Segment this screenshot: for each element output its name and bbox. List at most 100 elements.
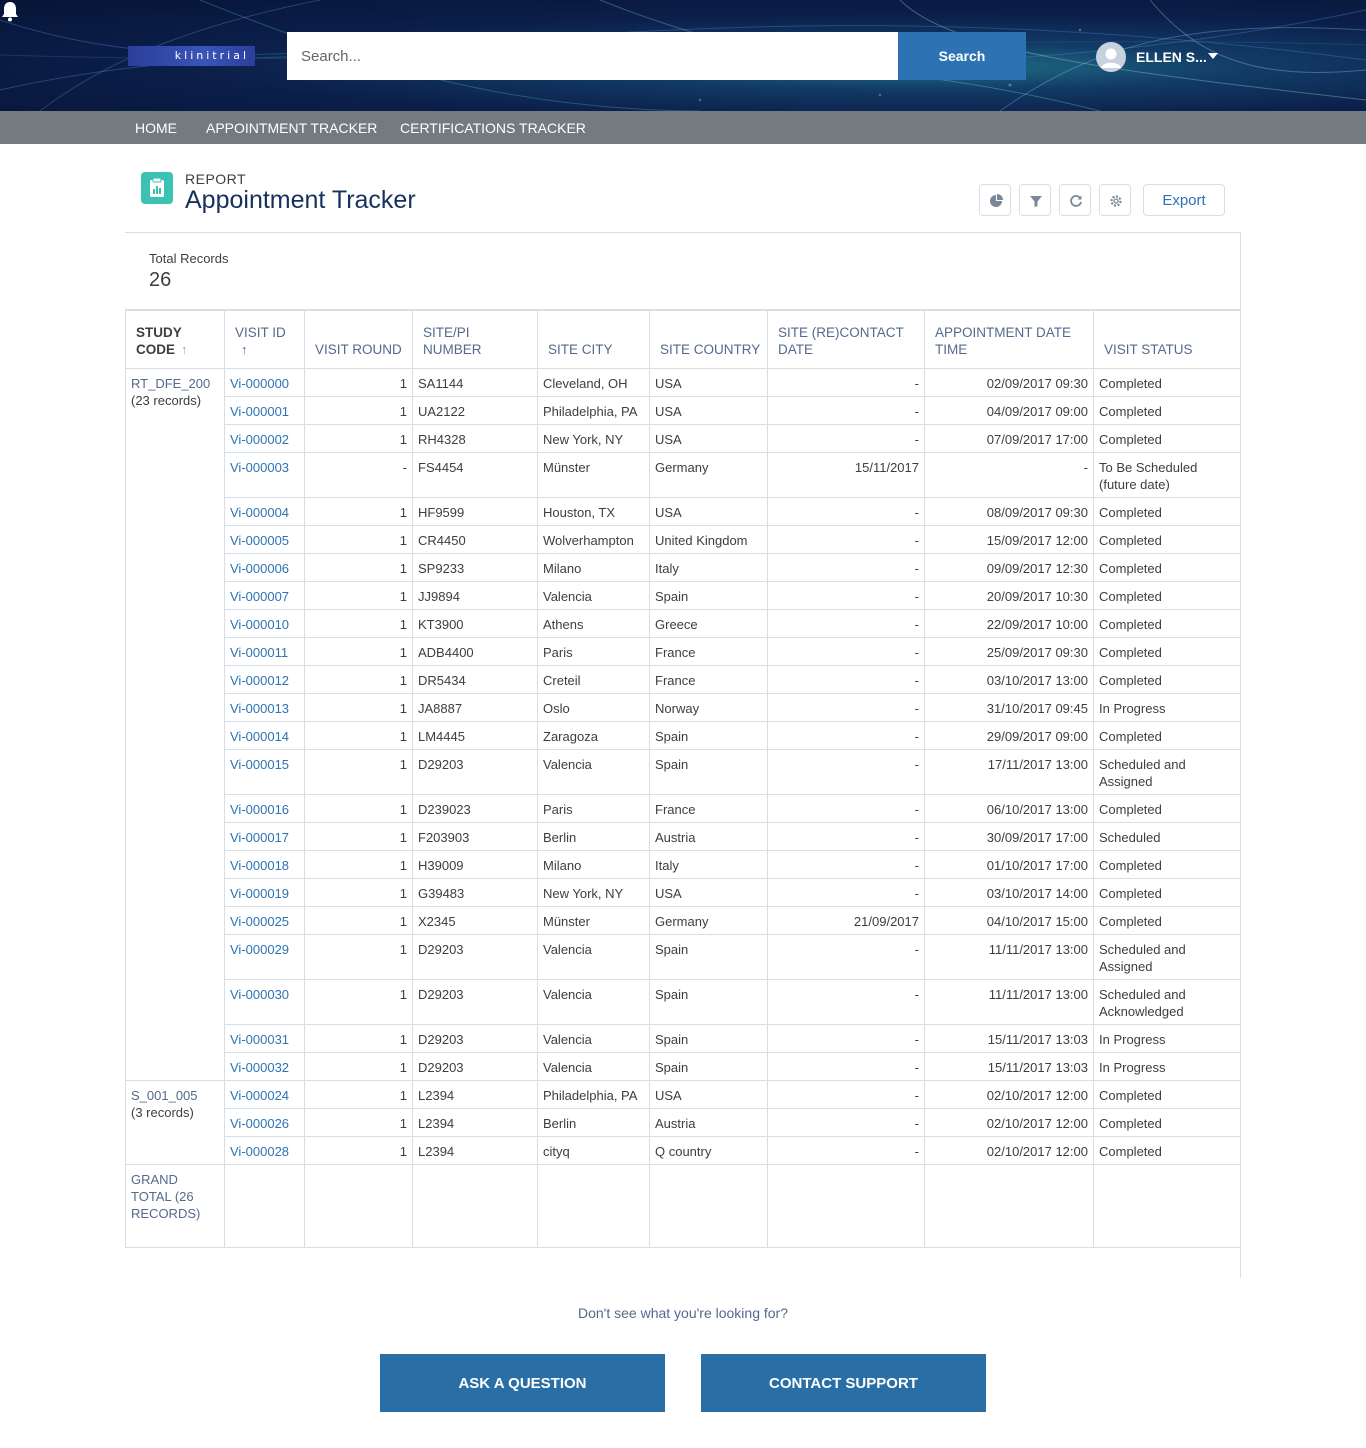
site-contact-date: - (914, 757, 919, 772)
column-header[interactable]: APPOINTMENT DATE TIME (924, 310, 1094, 369)
site-contact-date-cell: - (767, 822, 925, 851)
site-city-cell: Oslo (537, 693, 650, 722)
site-contact-date-cell: 21/09/2017 (767, 906, 925, 935)
column-header[interactable]: SITE COUNTRY (649, 310, 768, 369)
sort-ascending-icon[interactable]: ↑ (241, 341, 248, 358)
visit-round-cell: 1 (304, 1080, 413, 1109)
appointment-date-time-cell: 15/11/2017 13:03 (924, 1052, 1094, 1081)
search-button[interactable]: Search (898, 32, 1026, 80)
column-header[interactable]: SITE (RE)CONTACT DATE (767, 310, 925, 369)
visit-id-link[interactable]: Vi-000013 (230, 701, 289, 716)
column-header[interactable]: SITE CITY (537, 310, 650, 369)
visit-id-link[interactable]: Vi-000004 (230, 505, 289, 520)
visit-id-link[interactable]: Vi-000007 (230, 589, 289, 604)
visit-id-link[interactable]: Vi-000010 (230, 617, 289, 632)
visit-id-link[interactable]: Vi-000011 (230, 645, 288, 660)
site-pi-number: L2394 (418, 1144, 455, 1159)
visit-id-link[interactable]: Vi-000016 (230, 802, 289, 817)
nav-item-appointment-tracker[interactable]: APPOINTMENT TRACKER (206, 120, 377, 136)
visit-id-link[interactable]: Vi-000032 (230, 1060, 289, 1075)
visit-id-link[interactable]: Vi-000030 (230, 987, 289, 1002)
visit-id-link[interactable]: Vi-000001 (230, 404, 289, 419)
visit-id-link[interactable]: Vi-000012 (230, 673, 289, 688)
visit-id-link[interactable]: Vi-000028 (230, 1144, 289, 1159)
appointment-date-time: 17/11/2017 13:00 (987, 757, 1088, 772)
site-pi-number: ADB4400 (418, 645, 474, 660)
table-row: Vi-000016 1 D239023 Paris France - 06/10/2017 … (126, 794, 1241, 823)
site-country-cell: Spain (649, 721, 768, 750)
site-country-cell: United Kingdom (649, 525, 768, 554)
sort-ascending-icon[interactable]: ↑ (181, 341, 188, 358)
visit-round-cell: 1 (304, 934, 413, 980)
column-header[interactable]: VISIT ROUND (304, 310, 413, 369)
klinitrial-logo[interactable]: klinitrial (128, 46, 255, 66)
study-code[interactable]: S_001_005 (131, 1087, 219, 1104)
settings-button[interactable] (1099, 184, 1131, 216)
site-city-cell: Milano (537, 553, 650, 582)
notification-bell-icon[interactable] (0, 0, 20, 22)
column-header[interactable]: SITE/PI NUMBER (412, 310, 538, 369)
visit-round-cell: 1 (304, 424, 413, 453)
nav-item-home[interactable]: HOME (135, 120, 177, 136)
visit-id-link[interactable]: Vi-000025 (230, 914, 289, 929)
search-input[interactable] (287, 32, 898, 80)
visit-id-link[interactable]: Vi-000014 (230, 729, 289, 744)
visit-id-link[interactable]: Vi-000018 (230, 858, 289, 873)
visit-round: 1 (399, 533, 407, 548)
visit-status-cell: Completed (1093, 1136, 1241, 1165)
site-contact-date-cell: - (767, 794, 925, 823)
column-header[interactable]: VISIT ID↑ (224, 310, 305, 369)
appointment-date-time: 25/09/2017 09:30 (986, 645, 1088, 660)
site-city-cell: Valencia (537, 979, 650, 1025)
visit-id-link[interactable]: Vi-000003 (230, 460, 289, 475)
appointment-date-time: 30/09/2017 17:00 (986, 830, 1088, 845)
site-pi-number-cell: JJ9894 (412, 581, 538, 610)
site-country: Spain (655, 729, 689, 744)
visit-id-link[interactable]: Vi-000019 (230, 886, 289, 901)
user-menu-caret-icon[interactable] (1208, 53, 1218, 59)
table-row: RT_DFE_200 (23 records) Vi-000000 1 SA1144 Cl… (125, 368, 1241, 1081)
site-city: Houston, TX (543, 505, 616, 520)
user-avatar[interactable] (1096, 42, 1126, 72)
filter-button[interactable] (1019, 184, 1051, 216)
visit-id-link[interactable]: Vi-000000 (230, 376, 289, 391)
visit-id-link[interactable]: Vi-000005 (230, 533, 289, 548)
study-code[interactable]: RT_DFE_200 (131, 375, 219, 392)
visit-id-link[interactable]: Vi-000024 (230, 1088, 289, 1103)
grand-total-cell (924, 1164, 1094, 1248)
site-contact-date-cell: 15/11/2017 (767, 452, 925, 498)
chart-button[interactable] (979, 184, 1011, 216)
visit-status-cell: In Progress (1093, 693, 1241, 722)
visit-id-link[interactable]: Vi-000015 (230, 757, 289, 772)
user-name[interactable]: ELLEN S... (1136, 49, 1207, 65)
study-code-group-cell: RT_DFE_200 (23 records) (125, 368, 225, 1081)
contact-support-button[interactable]: CONTACT SUPPORT (701, 1354, 986, 1412)
total-records-value: 26 (149, 269, 172, 291)
visit-id-link-cell: Vi-000002 (224, 424, 305, 453)
visit-id-link[interactable]: Vi-000031 (230, 1032, 289, 1047)
visit-round: 1 (399, 432, 407, 447)
group-record-count: (3 records) (131, 1105, 194, 1120)
site-pi-number-cell: G39483 (412, 878, 538, 907)
visit-id-link[interactable]: Vi-000026 (230, 1116, 289, 1131)
visit-status: Completed (1099, 1144, 1162, 1159)
appointment-date-time: 29/09/2017 09:00 (986, 729, 1088, 744)
visit-status: Completed (1099, 886, 1162, 901)
export-button[interactable]: Export (1143, 184, 1225, 216)
main-nav: HOME APPOINTMENT TRACKER CERTIFICATIONS … (0, 111, 1366, 144)
visit-id-link[interactable]: Vi-000017 (230, 830, 289, 845)
site-country-cell: USA (649, 396, 768, 425)
visit-id-link[interactable]: Vi-000002 (230, 432, 289, 447)
visit-status-cell: Completed (1093, 497, 1241, 526)
column-header[interactable]: STUDY CODE ↑ (125, 310, 225, 369)
table-row: Vi-000005 1 CR4450 Wolverhampton United King… (126, 525, 1241, 554)
visit-id-link[interactable]: Vi-000006 (230, 561, 289, 576)
refresh-button[interactable] (1059, 184, 1091, 216)
nav-item-certifications-tracker[interactable]: CERTIFICATIONS TRACKER (400, 120, 586, 136)
visit-round-cell: 1 (304, 749, 413, 795)
column-header[interactable]: VISIT STATUS (1093, 310, 1241, 369)
visit-id-link[interactable]: Vi-000029 (230, 942, 289, 957)
appointment-date-time-cell: 11/11/2017 13:00 (924, 934, 1094, 980)
site-contact-date: - (914, 376, 919, 391)
ask-question-button[interactable]: ASK A QUESTION (380, 1354, 665, 1412)
